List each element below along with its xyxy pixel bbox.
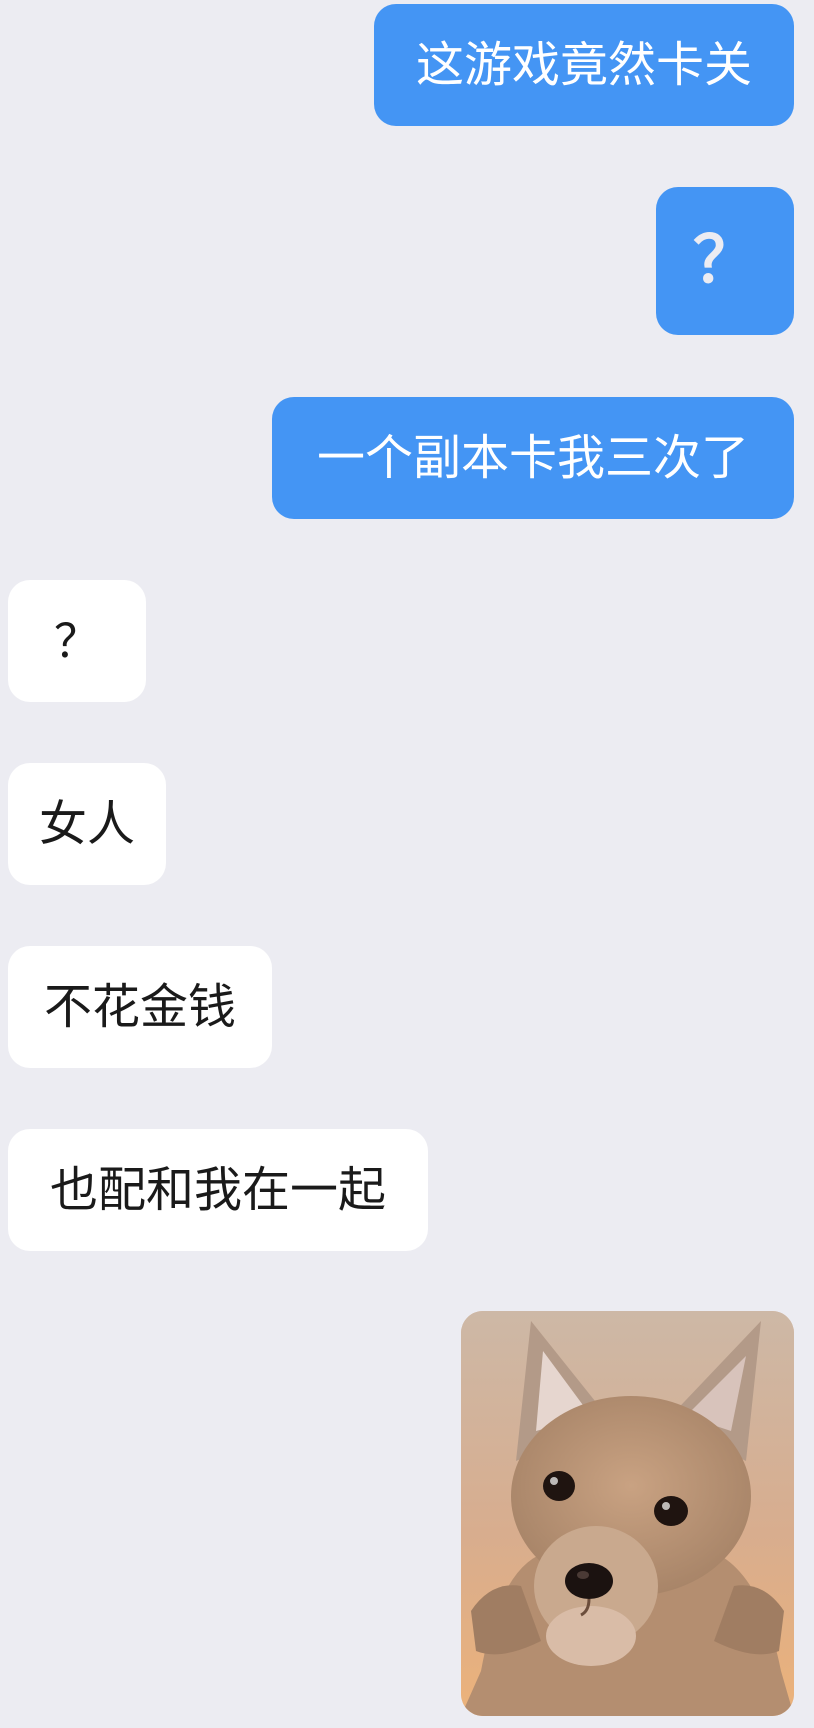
incoming-message-bubble[interactable]: 也配和我在一起 [8, 1129, 428, 1251]
message-text: 不花金钱 [43, 979, 236, 1035]
chat-message-list[interactable]: 这游戏竟然卡关 ？ 一个副本卡我三次了 ？ 女人 不花金钱 也配和我在一起 [0, 0, 814, 1728]
chihuahua-sticker-image [461, 1311, 794, 1716]
outgoing-message-bubble[interactable]: 一个副本卡我三次了 [272, 397, 794, 519]
outgoing-image-message[interactable] [461, 1311, 794, 1716]
message-text: ？ [54, 614, 100, 668]
message-text: 一个副本卡我三次了 [316, 430, 749, 486]
incoming-message-bubble[interactable]: ？ [8, 580, 146, 702]
outgoing-message-bubble[interactable]: 这游戏竟然卡关 [374, 4, 794, 126]
outgoing-message-bubble[interactable]: ？ [656, 187, 794, 335]
message-text: 也配和我在一起 [49, 1162, 386, 1218]
message-text: ？ [693, 224, 757, 298]
incoming-message-bubble[interactable]: 不花金钱 [8, 946, 272, 1068]
message-text: 女人 [38, 796, 135, 852]
message-text: 这游戏竟然卡关 [415, 37, 752, 93]
incoming-message-bubble[interactable]: 女人 [8, 763, 166, 885]
